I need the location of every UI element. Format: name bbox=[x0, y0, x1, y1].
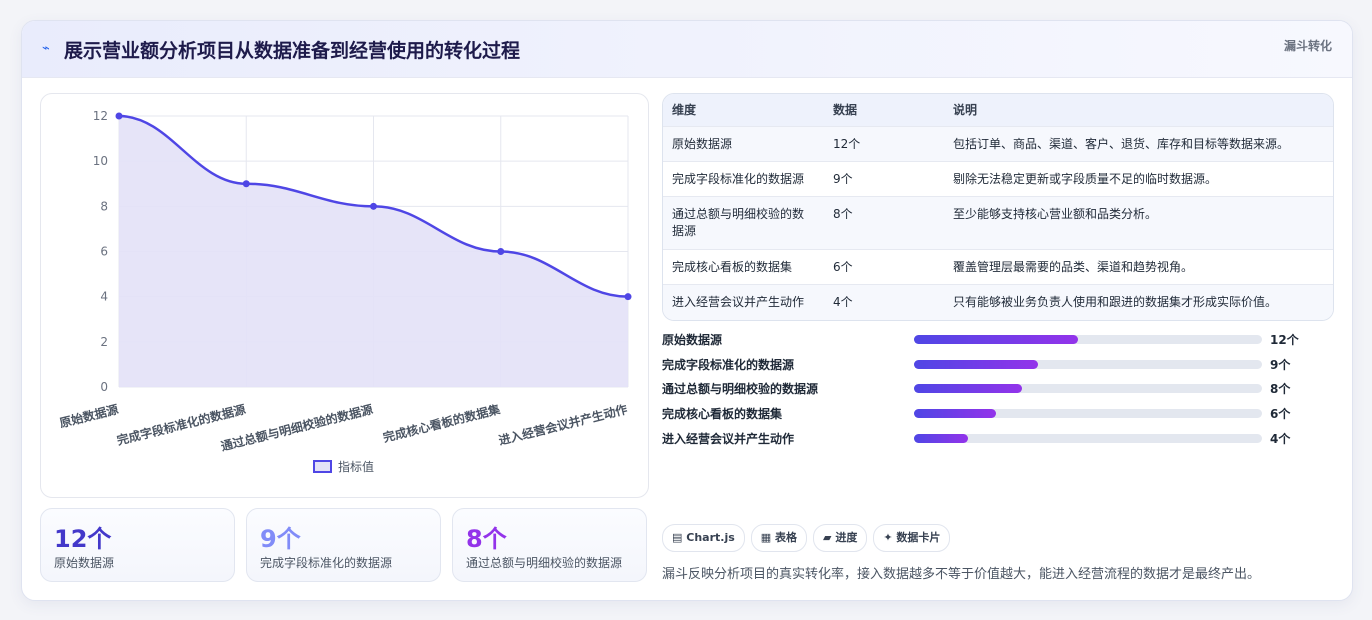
legend-label: 指标值 bbox=[338, 459, 374, 474]
kpi-label: 原始数据源 bbox=[54, 556, 115, 570]
progress-row: 通过总额与明细校验的数据源 8个 bbox=[662, 378, 1332, 398]
y-tick-label: 4 bbox=[100, 290, 108, 304]
page-title: 展示营业额分析项目从数据准备到经营使用的转化过程 bbox=[64, 40, 521, 62]
kpi-label: 完成字段标准化的数据源 bbox=[260, 556, 393, 570]
progress-row: 完成字段标准化的数据源 9个 bbox=[662, 354, 1332, 374]
table-row: 原始数据源 12个 包括订单、商品、渠道、客户、退货、库存和目标等数据来源。 bbox=[663, 126, 1333, 162]
chip-data-card[interactable]: ✦ 数据卡片 bbox=[873, 524, 951, 552]
progress-fill bbox=[914, 434, 968, 443]
progress-value: 6个 bbox=[1270, 407, 1291, 421]
progress-value: 9个 bbox=[1270, 358, 1291, 372]
chip-label: Chart.js bbox=[686, 531, 735, 544]
progress-track bbox=[914, 360, 1262, 369]
chart-icon: ▤ bbox=[672, 531, 683, 544]
y-tick-label: 0 bbox=[100, 380, 108, 394]
progress-fill bbox=[914, 335, 1078, 344]
progress-track bbox=[914, 335, 1262, 344]
progress-track bbox=[914, 409, 1262, 418]
progress-fill bbox=[914, 409, 996, 418]
progress-track bbox=[914, 434, 1262, 443]
funnel-card: ⌁ 展示营业额分析项目从数据准备到经营使用的转化过程 漏斗转化 0 2 4 6 8 10 1… bbox=[21, 20, 1353, 601]
kpi-value: 12个 bbox=[54, 525, 112, 553]
sparkle-icon: ✦ bbox=[883, 531, 893, 544]
progress-row: 完成核心看板的数据集 6个 bbox=[662, 403, 1332, 423]
funnel-tag: 漏斗转化 bbox=[1283, 39, 1332, 53]
table-cell: 12个 bbox=[833, 137, 861, 151]
table-cell: 6个 bbox=[833, 260, 853, 274]
summary-note: 漏斗反映分析项目的真实转化率，接入数据越多不等于价值越大，能进入经营流程的数据才… bbox=[662, 567, 1261, 582]
data-point bbox=[624, 293, 632, 301]
chip-progress[interactable]: ▰ 进度 bbox=[813, 524, 868, 552]
progress-icon: ▰ bbox=[823, 531, 832, 544]
kpi-card: 12个 原始数据源 bbox=[40, 508, 235, 582]
y-tick-label: 6 bbox=[100, 245, 108, 259]
table-cell: 剔除无法稳定更新或字段质量不足的临时数据源。 bbox=[953, 172, 1218, 186]
table-row: 进入经营会议并产生动作 4个 只有能够被业务负责人使用和跟进的数据集才形成实际价… bbox=[663, 284, 1333, 320]
kpi-value: 8个 bbox=[466, 525, 507, 553]
kpi-card: 9个 完成字段标准化的数据源 bbox=[246, 508, 441, 582]
table-cell: 完成字段标准化的数据源 bbox=[672, 172, 805, 186]
chip-label: 进度 bbox=[835, 531, 858, 544]
x-tick-label: 完成核心看板的数据集 bbox=[381, 401, 502, 445]
y-tick-label: 8 bbox=[100, 199, 108, 213]
card-header: ⌁ 展示营业额分析项目从数据准备到经营使用的转化过程 漏斗转化 bbox=[22, 21, 1352, 78]
kpi-card: 8个 通过总额与明细校验的数据源 bbox=[452, 508, 647, 582]
kpi-label: 通过总额与明细校验的数据源 bbox=[466, 556, 623, 570]
table-icon: ▦ bbox=[760, 531, 772, 544]
table-cell: 进入经营会议并产生动作 bbox=[672, 295, 805, 309]
table-row: 完成字段标准化的数据源 9个 剔除无法稳定更新或字段质量不足的临时数据源。 bbox=[663, 161, 1333, 197]
progress-value: 4个 bbox=[1270, 432, 1291, 446]
area-chart: 0 2 4 6 8 10 12 原始数据源 完成字段标准化的数据源 通过总额与明细校验的数据源 完成… bbox=[40, 93, 649, 498]
x-tick-label: 原始数据源 bbox=[58, 401, 120, 430]
table-header: 维度 数据 说明 bbox=[663, 94, 1333, 126]
chart-svg: 024681012原始数据源完成字段标准化的数据源通过总额与明细校验的数据源 完成… bbox=[58, 109, 632, 474]
table-row: 完成核心看板的数据集 6个 覆盖管理层最需要的品类、渠道和趋势视角。 bbox=[663, 249, 1333, 285]
table-cell: 原始数据源 bbox=[672, 137, 733, 151]
table-cell: 只有能够被业务负责人使用和跟进的数据集才形成实际价值。 bbox=[953, 295, 1278, 309]
table-cell: 4个 bbox=[833, 295, 853, 309]
table-cell: 至少能够支持核心营业额和品类分析。 bbox=[953, 207, 1158, 221]
progress-label: 完成核心看板的数据集 bbox=[662, 407, 783, 421]
table-cell: 9个 bbox=[833, 172, 853, 186]
progress-value: 8个 bbox=[1270, 382, 1291, 396]
y-tick-label: 2 bbox=[100, 335, 108, 349]
data-point bbox=[115, 112, 123, 120]
table-cell: 8个 bbox=[833, 207, 853, 221]
chip-label: 数据卡片 bbox=[896, 531, 941, 544]
chip-label: 表格 bbox=[775, 531, 798, 544]
chip-table[interactable]: ▦ 表格 bbox=[750, 524, 808, 552]
trend-icon: ⌁ bbox=[42, 41, 50, 56]
kpi-value: 9个 bbox=[260, 525, 301, 553]
progress-fill bbox=[914, 360, 1038, 369]
y-tick-label: 10 bbox=[93, 154, 108, 168]
data-table: 维度 数据 说明 原始数据源 12个 包括订单、商品、渠道、客户、退货、库存和目… bbox=[662, 93, 1334, 321]
data-point bbox=[497, 248, 505, 255]
progress-row: 进入经营会议并产生动作 4个 bbox=[662, 428, 1332, 448]
table-cell: 完成核心看板的数据集 bbox=[672, 260, 793, 274]
progress-fill bbox=[914, 384, 1022, 393]
legend-swatch bbox=[313, 460, 332, 473]
progress-label: 进入经营会议并产生动作 bbox=[662, 432, 795, 446]
data-point bbox=[370, 202, 377, 210]
table-header-cell: 说明 bbox=[953, 103, 978, 117]
table-cell: 通过总额与明细校验的数据源 bbox=[672, 207, 805, 238]
progress-value: 12个 bbox=[1270, 333, 1299, 347]
table-row: 通过总额与明细校验的数据源 8个 至少能够支持核心营业额和品类分析。 bbox=[663, 196, 1333, 250]
progress-label: 通过总额与明细校验的数据源 bbox=[662, 382, 819, 396]
table-cell: 覆盖管理层最需要的品类、渠道和趋势视角。 bbox=[953, 260, 1194, 274]
x-tick-label: 进入经营会议并产生动作 bbox=[497, 401, 629, 447]
table-header-cell: 维度 bbox=[672, 103, 697, 117]
table-header-cell: 数据 bbox=[833, 103, 858, 117]
y-tick-label: 12 bbox=[93, 109, 108, 123]
data-point bbox=[242, 180, 250, 188]
progress-row: 原始数据源 12个 bbox=[662, 329, 1332, 349]
progress-label: 原始数据源 bbox=[662, 333, 723, 347]
tech-chips: ▤ Chart.js ▦ 表格 ▰ 进度 ✦ 数据卡片 bbox=[662, 524, 956, 552]
progress-track bbox=[914, 384, 1262, 393]
chip-chartjs[interactable]: ▤ Chart.js bbox=[662, 524, 745, 552]
table-cell: 包括订单、商品、渠道、客户、退货、库存和目标等数据来源。 bbox=[953, 137, 1290, 151]
progress-label: 完成字段标准化的数据源 bbox=[662, 358, 795, 372]
